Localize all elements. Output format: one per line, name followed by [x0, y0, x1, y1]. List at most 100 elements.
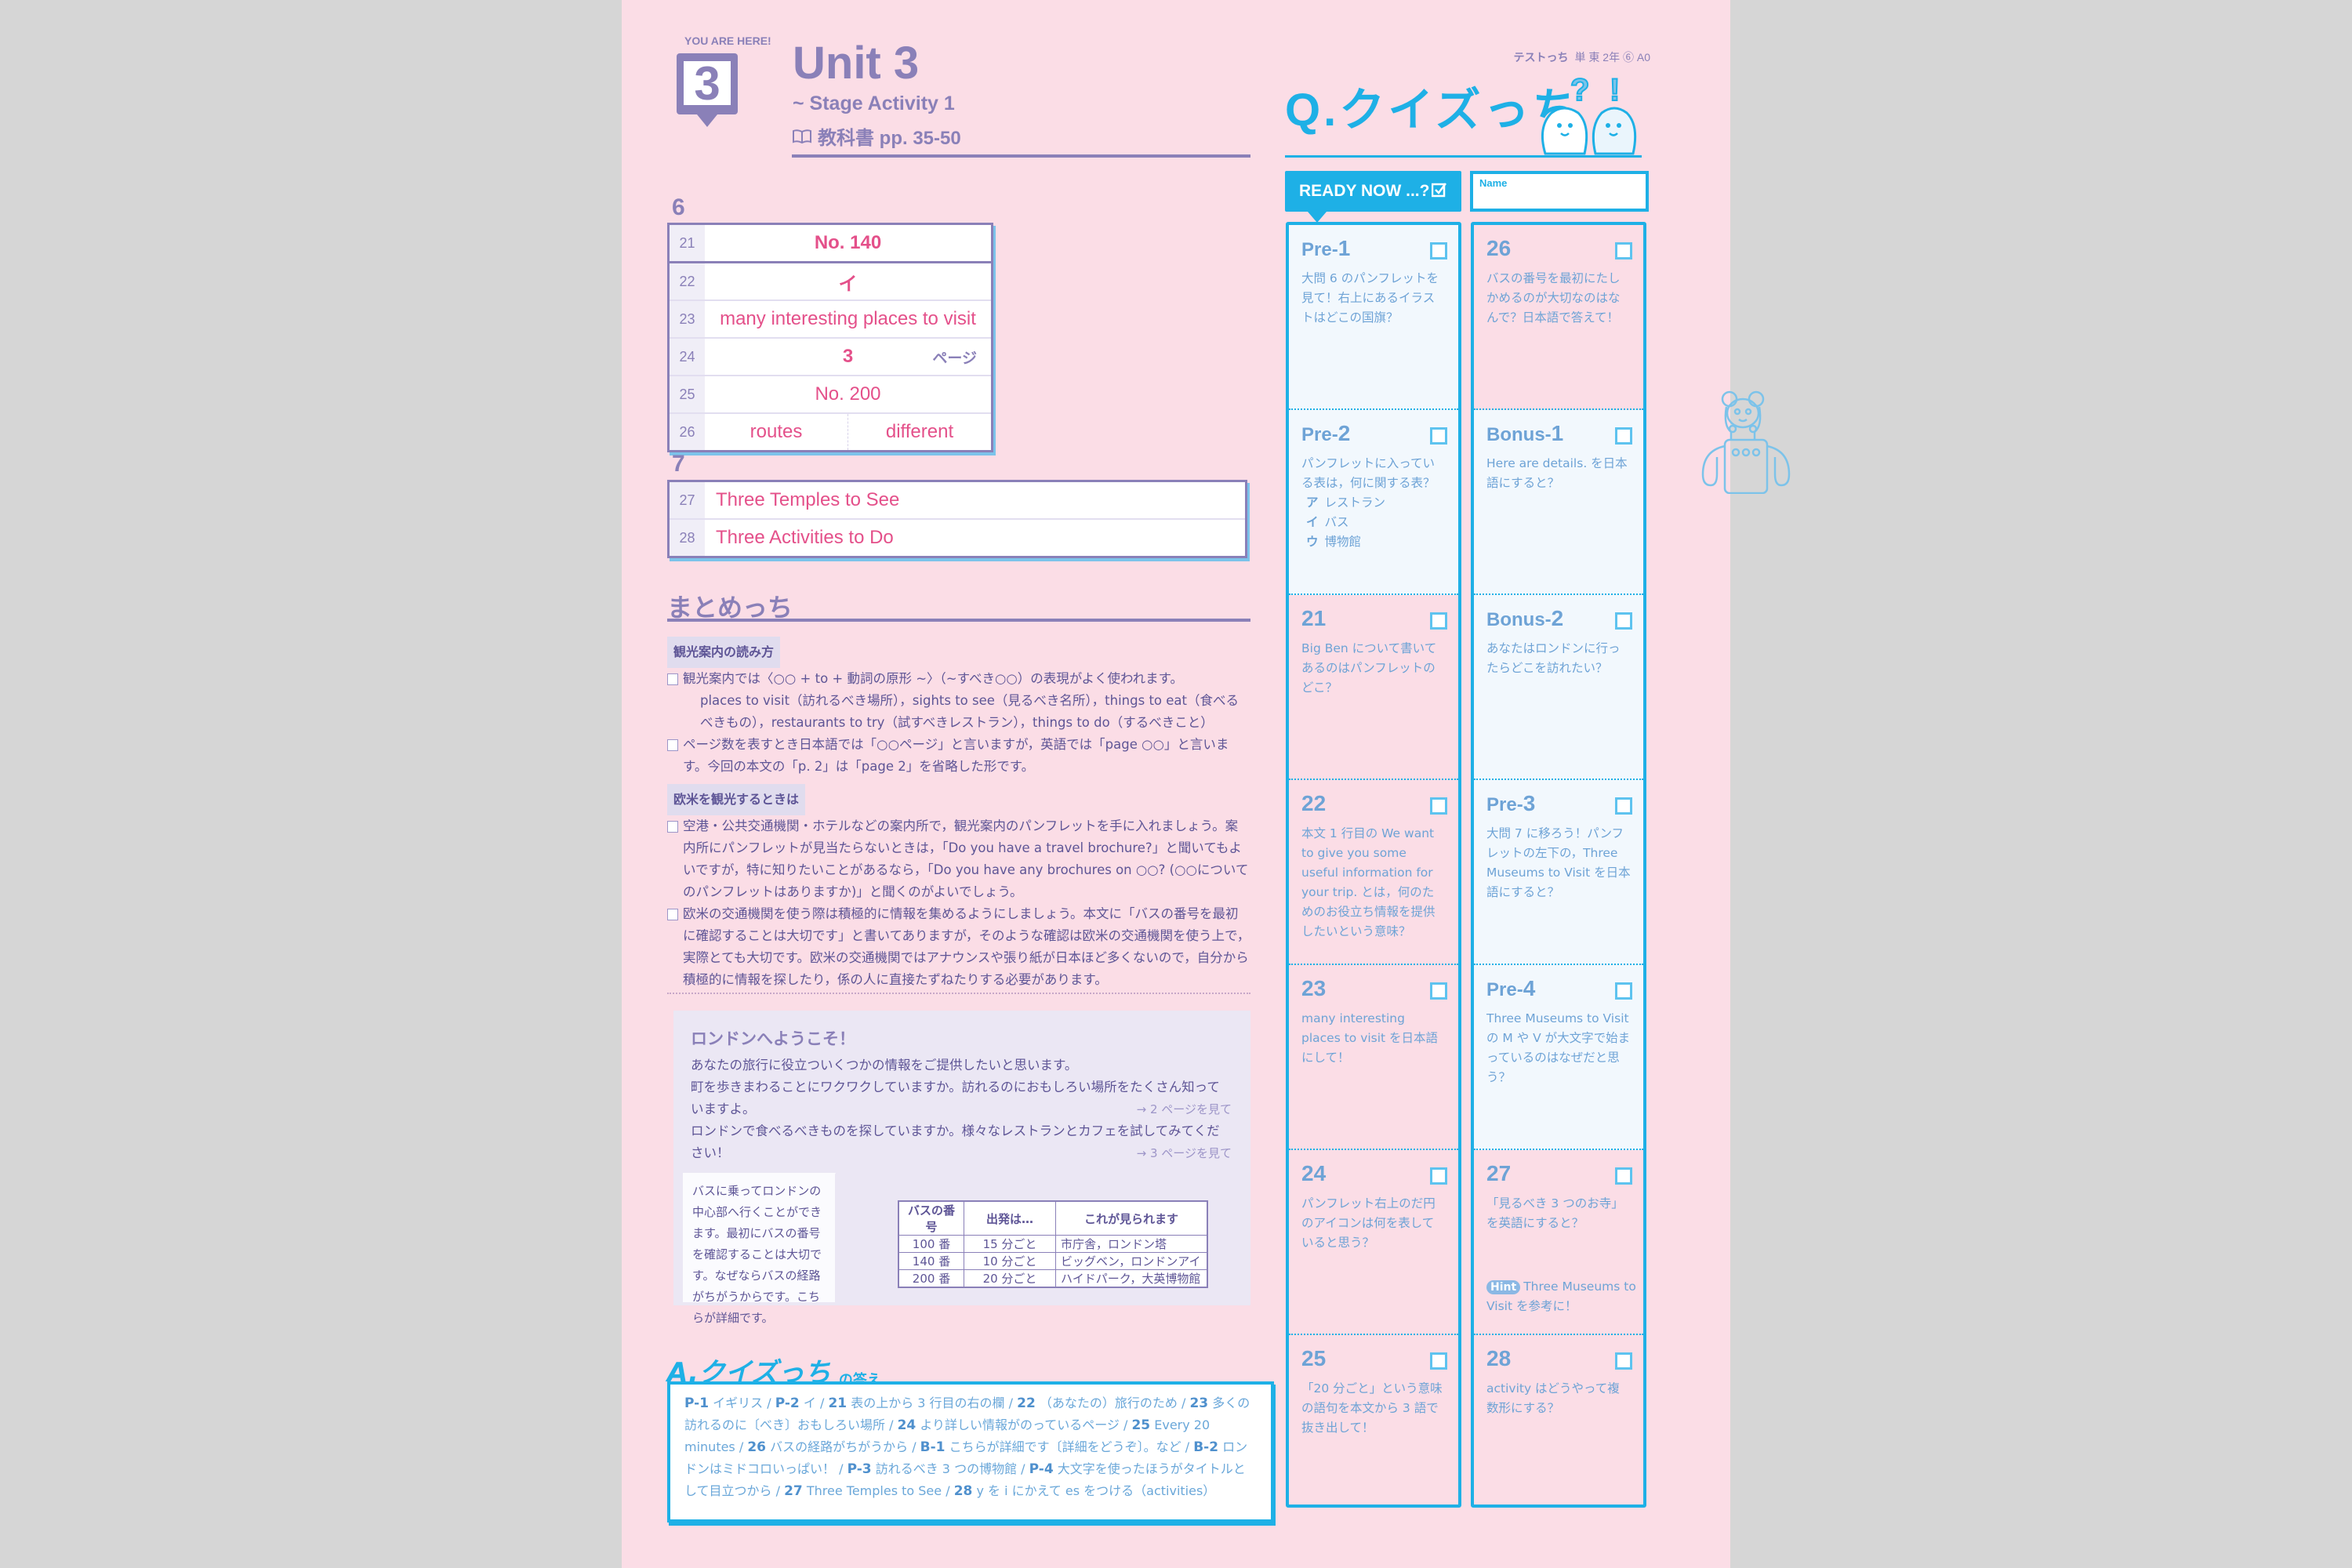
- quiz-number-prefix: Pre-: [1301, 424, 1338, 445]
- answer-item: 22 （あなたの）旅行のため /: [1017, 1396, 1190, 1411]
- quiz-checkbox[interactable]: [1615, 1352, 1632, 1370]
- answer-item: 27 Three Temples to See /: [784, 1483, 954, 1499]
- quiz-option: ウ博物館: [1306, 532, 1446, 552]
- summary-item: 観光案内では〈○○ + to + 動詞の原形 ~〉（~すべき○○）の表現がよく使…: [667, 668, 1250, 690]
- answer-key: B-1: [920, 1439, 946, 1455]
- quiz-checkbox[interactable]: [1430, 982, 1447, 1000]
- answers-text: P-1 イギリス / P-2 イ / 21 表の上から 3 行目の右の欄 / 2…: [684, 1392, 1257, 1502]
- quiz-number-value: 23: [1301, 976, 1327, 1000]
- answer-value: Three Temples to See: [716, 489, 900, 510]
- header-divider: [792, 154, 1250, 158]
- summary-item-text: 観光案内では〈○○ + to + 動詞の原形 ~〉（~すべき○○）の表現がよく使…: [683, 671, 1183, 686]
- answer-row: 28 Three Activities to Do: [670, 520, 1245, 556]
- quiz-column-left: Pre-1 大問 6 のパンフレットを見て！右上にあるイラストはどこの国旗？ Pre…: [1286, 222, 1461, 1508]
- quiz-question: Three Museums to Visit の M や V が大文字で始まって…: [1486, 1011, 1631, 1084]
- quiz-hint: Hint Three Museums to Visit を参考に！: [1486, 1277, 1643, 1316]
- checkbox-icon: [667, 909, 678, 920]
- checkbox-icon: [667, 821, 678, 833]
- answer-value: No. 200: [815, 383, 881, 405]
- answer-value: routes: [750, 421, 803, 442]
- quiz-question: パンフレットに入っている表は，何に関する表？: [1301, 456, 1436, 490]
- quiz-card: Pre-1 大問 6 のパンフレットを見て！右上にあるイラストはどこの国旗？: [1289, 225, 1458, 410]
- quiz-card: Pre-2 パンフレットに入っている表は，何に関する表？アレストランイバスウ博物館: [1289, 410, 1458, 595]
- answer-key: P-1: [684, 1396, 710, 1411]
- answer-value: イ: [838, 273, 858, 295]
- quiz-checkbox[interactable]: [1430, 797, 1447, 815]
- quiz-card: 24 パンフレット右上のだ円のアイコンは何を表していると思う？: [1289, 1150, 1458, 1335]
- answer-key: 28: [953, 1483, 973, 1499]
- quiz-checkbox[interactable]: [1430, 427, 1447, 445]
- answer-item: P-3 訪れるべき 3 つの博物館 /: [847, 1461, 1029, 1477]
- section-divider: [667, 993, 1250, 994]
- quiz-checkbox[interactable]: [1430, 1167, 1447, 1185]
- quiz-number: Pre-1: [1301, 238, 1446, 260]
- quiz-checkbox[interactable]: [1615, 797, 1632, 815]
- summary-item-text: ページ数を表すとき日本語では「○○ページ」と言いますが，英語では「page ○○…: [683, 737, 1229, 774]
- answer-key: 27: [784, 1483, 803, 1499]
- checkbox-icon: [667, 673, 678, 685]
- quiz-option: アレストラン: [1306, 493, 1446, 513]
- quiz-checkbox[interactable]: [1615, 612, 1632, 630]
- row-number: 24: [670, 339, 705, 375]
- quiz-number-value: 2: [1551, 606, 1564, 630]
- option-key: イ: [1306, 515, 1319, 529]
- answer-suffix: ページ: [932, 350, 977, 367]
- quiz-card: 21 Big Ben について書いてあるのはパンフレットのどこ？: [1289, 595, 1458, 780]
- answers-box: P-1 イギリス / P-2 イ / 21 表の上から 3 行目の右の欄 / 2…: [667, 1381, 1274, 1523]
- answer-text: 訪れるべき 3 つの博物館: [875, 1461, 1018, 1476]
- bus-frequency: 20 分ごと: [964, 1269, 1056, 1288]
- quiz-checkbox[interactable]: [1615, 427, 1632, 445]
- quiz-card: 22 本文 1 行目の We want to give you some usef…: [1289, 780, 1458, 965]
- london-brochure-translation: ロンドンへようこそ！ あなたの旅行に役立ついくつかの情報をご提供したいと思います…: [673, 1011, 1250, 1325]
- row-number: 22: [670, 263, 705, 299]
- answer-row: 26 routes different: [670, 414, 991, 450]
- quiz-question: あなたはロンドンに行ったらどこを訪れたい？: [1486, 641, 1621, 675]
- summary-tag: 欧米を観光するときは: [667, 784, 806, 815]
- london-title: ロンドンへようこそ！: [691, 1029, 855, 1048]
- quiz-card: 23 many interesting places to visit を日本語に…: [1289, 965, 1458, 1150]
- section-7-number: 7: [672, 451, 685, 477]
- quiz-options: アレストランイバスウ博物館: [1301, 493, 1446, 552]
- quiz-question: パンフレット右上のだ円のアイコンは何を表していると思う？: [1301, 1196, 1436, 1250]
- quiz-question: 「20 分ごと」という意味の語句を本文から 3 語で抜き出して！: [1301, 1381, 1443, 1435]
- option-label: 博物館: [1324, 535, 1362, 549]
- quiz-checkbox[interactable]: [1615, 1167, 1632, 1185]
- summary-item: ページ数を表すとき日本語では「○○ページ」と言いますが，英語では「page ○○…: [667, 734, 1250, 778]
- bus-table-row: 140 番 10 分ごと ビッグベン，ロンドンアイ: [898, 1252, 1208, 1270]
- quiz-number-prefix: Pre-: [1486, 979, 1523, 1000]
- quiz-checkbox[interactable]: [1430, 242, 1447, 260]
- summary-divider: [667, 619, 1250, 622]
- answer-item: 21 表の上から 3 行目の右の欄 /: [828, 1396, 1018, 1411]
- quiz-column-right: 26 バスの番号を最初にたしかめるのが大切なのはなんで？日本語で答えて！ Bonus…: [1471, 222, 1646, 1508]
- answer-item: 24 より詳しい情報がのっているページ /: [897, 1417, 1132, 1433]
- quiz-number: 21: [1301, 608, 1446, 630]
- quiz-question: many interesting places to visit を日本語にして…: [1301, 1011, 1439, 1065]
- row-number: 21: [670, 225, 705, 261]
- summary-item-examples: places to visit（訪れるべき場所），sights to see（見…: [700, 693, 1239, 730]
- hint-badge: Hint: [1486, 1280, 1521, 1294]
- answer-key: P-3: [847, 1461, 872, 1477]
- quiz-card: Bonus-2 あなたはロンドンに行ったらどこを訪れたい？: [1474, 595, 1643, 780]
- summary-item-text: 欧米の交通機関を使う際は積極的に情報を集めるようにしましょう。本文に「バスの番号…: [683, 906, 1250, 987]
- you-are-here-label: YOU ARE HERE!: [684, 34, 771, 47]
- quiz-number: 23: [1301, 978, 1446, 1000]
- quiz-checkbox[interactable]: [1430, 1352, 1447, 1370]
- answer-text: イ: [803, 1396, 816, 1410]
- summary-tag: 観光案内の読み方: [667, 637, 781, 668]
- quiz-checkbox[interactable]: [1615, 242, 1632, 260]
- bus-table-header: バスの番号 出発は… これが見られます: [898, 1200, 1208, 1236]
- quiz-card: 25 「20 分ごと」という意味の語句を本文から 3 語で抜き出して！: [1289, 1335, 1458, 1520]
- quiz-checkbox[interactable]: [1430, 612, 1447, 630]
- row-number: 23: [670, 301, 705, 337]
- summary-block-tourist-guide: 観光案内の読み方 観光案内では〈○○ + to + 動詞の原形 ~〉（~すべき○…: [667, 637, 1250, 778]
- quiz-checkbox[interactable]: [1615, 982, 1632, 1000]
- answer-text: 3: [842, 346, 854, 367]
- quiz-question: バスの番号を最初にたしかめるのが大切なのはなんで？日本語で答えて！: [1486, 271, 1621, 325]
- svg-text:?: ?: [1570, 73, 1589, 107]
- textbook-pages: 教科書 pp. 35-50: [818, 128, 961, 149]
- bus-number: 140 番: [898, 1252, 964, 1270]
- page-ref: → 3 ページを見て: [1136, 1146, 1232, 1160]
- name-field[interactable]: Name: [1470, 171, 1649, 212]
- answer-item: 28 y を i にかえて es をつける（activities）: [953, 1483, 1216, 1499]
- quiz-question: activity はどうやって複数形にする？: [1486, 1381, 1620, 1415]
